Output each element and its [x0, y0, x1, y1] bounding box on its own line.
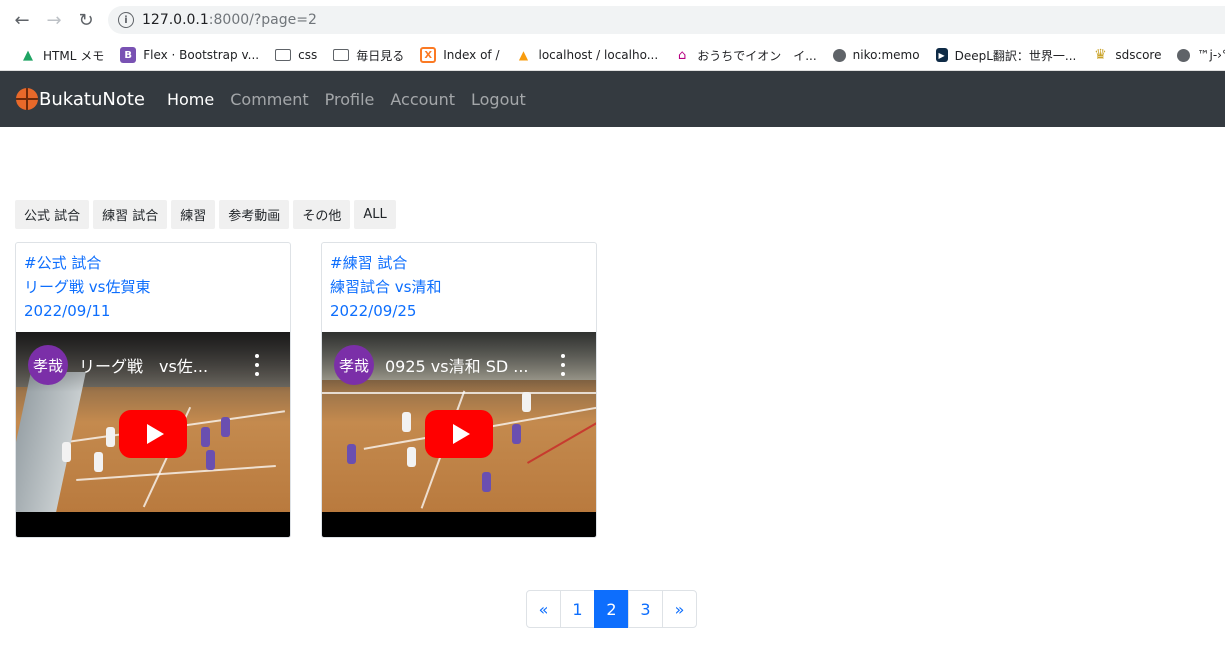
- back-arrow-icon[interactable]: ←: [10, 8, 34, 32]
- bookmark-item[interactable]: ▲ localhost / localho...: [508, 43, 667, 67]
- bookmark-folder[interactable]: css: [267, 43, 325, 67]
- bookmark-item[interactable]: B Flex · Bootstrap v...: [112, 43, 267, 67]
- nav-comment[interactable]: Comment: [230, 90, 308, 109]
- forward-arrow-icon[interactable]: →: [42, 8, 66, 32]
- browser-toolbar: ← → ↻ i 127.0.0.1:8000/?page=2: [0, 0, 1225, 40]
- video-title[interactable]: リーグ戦 vs佐...: [79, 353, 239, 377]
- url-host: 127.0.0.1: [142, 12, 209, 28]
- channel-avatar[interactable]: 孝哉: [28, 345, 68, 385]
- folder-icon: [275, 49, 292, 61]
- globe-icon: [832, 48, 846, 62]
- more-vertical-icon[interactable]: [254, 354, 260, 376]
- aeon-house-icon: ⌂: [678, 47, 687, 63]
- filter-official-match[interactable]: 公式 試合: [15, 200, 90, 229]
- deepl-icon: ▶: [935, 48, 948, 62]
- channel-avatar[interactable]: 孝哉: [334, 345, 374, 385]
- play-button-icon[interactable]: [425, 410, 493, 458]
- page-next[interactable]: »: [662, 590, 697, 628]
- play-button-icon[interactable]: [119, 410, 187, 458]
- brand-logo[interactable]: BukatuNote: [16, 88, 145, 110]
- nav-home[interactable]: Home: [167, 90, 214, 109]
- nav-logout[interactable]: Logout: [471, 90, 526, 109]
- google-drive-icon: ▲: [23, 47, 33, 63]
- page-3[interactable]: 3: [628, 590, 663, 628]
- filter-all[interactable]: ALL: [354, 200, 396, 229]
- url-path: :8000/?page=2: [208, 12, 317, 28]
- nav-profile[interactable]: Profile: [325, 90, 375, 109]
- filter-other[interactable]: その他: [293, 200, 351, 229]
- bookmarks-bar: ▲ HTML メモ B Flex · Bootstrap v... css 毎日見る…: [0, 40, 1225, 71]
- post-tag[interactable]: #公式 試合: [24, 251, 282, 275]
- youtube-embed[interactable]: 孝哉 リーグ戦 vs佐...: [16, 332, 290, 537]
- page-prev[interactable]: «: [526, 590, 561, 628]
- video-title[interactable]: 0925 vs清和 SD ...: [385, 353, 545, 377]
- post-date[interactable]: 2022/09/25: [330, 299, 588, 323]
- post-card: #公式 試合 リーグ戦 vs佐賀東 2022/09/11 孝哉 リーグ戦 vs佐…: [15, 242, 291, 538]
- xampp-icon: X: [420, 47, 437, 63]
- site-info-icon[interactable]: i: [118, 12, 134, 28]
- filter-practice[interactable]: 練習: [171, 200, 216, 229]
- reload-icon[interactable]: ↻: [74, 8, 98, 32]
- pagination: « 1 2 3 »: [526, 590, 697, 628]
- post-title[interactable]: リーグ戦 vs佐賀東: [24, 275, 282, 299]
- bookmark-item[interactable]: ♛ sdscore: [1084, 43, 1169, 67]
- more-vertical-icon[interactable]: [560, 354, 566, 376]
- youtube-embed[interactable]: 孝哉 0925 vs清和 SD ...: [322, 332, 596, 537]
- bookmark-item[interactable]: ™j-›°ŀ~*«: [1169, 43, 1225, 67]
- post-tag[interactable]: #練習 試合: [330, 251, 588, 275]
- post-title[interactable]: 練習試合 vs清和: [330, 275, 588, 299]
- bookmark-item[interactable]: X Index of /: [412, 43, 507, 67]
- bookmark-item[interactable]: ▶ DeepL翻訳：世界一...: [928, 43, 1085, 67]
- globe-icon: [1177, 48, 1191, 62]
- bookmark-item[interactable]: niko:memo: [825, 43, 928, 67]
- filter-practice-match[interactable]: 練習 試合: [93, 200, 168, 229]
- bookmark-item[interactable]: ⌂ おうちでイオン イ...: [666, 43, 824, 67]
- app-navbar: BukatuNote Home Comment Profile Account …: [0, 71, 1225, 127]
- bookmark-folder[interactable]: 毎日見る: [325, 43, 412, 67]
- post-card: #練習 試合 練習試合 vs清和 2022/09/25 孝哉 0925 vs清和…: [321, 242, 597, 538]
- sdscore-icon: ♛: [1094, 47, 1107, 63]
- address-bar[interactable]: i 127.0.0.1:8000/?page=2: [108, 6, 1225, 34]
- bookmark-item[interactable]: ▲ HTML メモ: [12, 43, 112, 67]
- page-2-current[interactable]: 2: [594, 590, 629, 628]
- filter-reference-video[interactable]: 参考動画: [219, 200, 290, 229]
- brand-name: BukatuNote: [39, 88, 145, 110]
- basketball-icon: [16, 88, 38, 110]
- nav-account[interactable]: Account: [390, 90, 455, 109]
- phpmyadmin-icon: ▲: [518, 48, 529, 62]
- page-1[interactable]: 1: [560, 590, 595, 628]
- post-date[interactable]: 2022/09/11: [24, 299, 282, 323]
- folder-icon: [333, 49, 350, 61]
- bootstrap-icon: B: [120, 47, 137, 63]
- category-filter: 公式 試合 練習 試合 練習 参考動画 その他 ALL: [15, 200, 396, 229]
